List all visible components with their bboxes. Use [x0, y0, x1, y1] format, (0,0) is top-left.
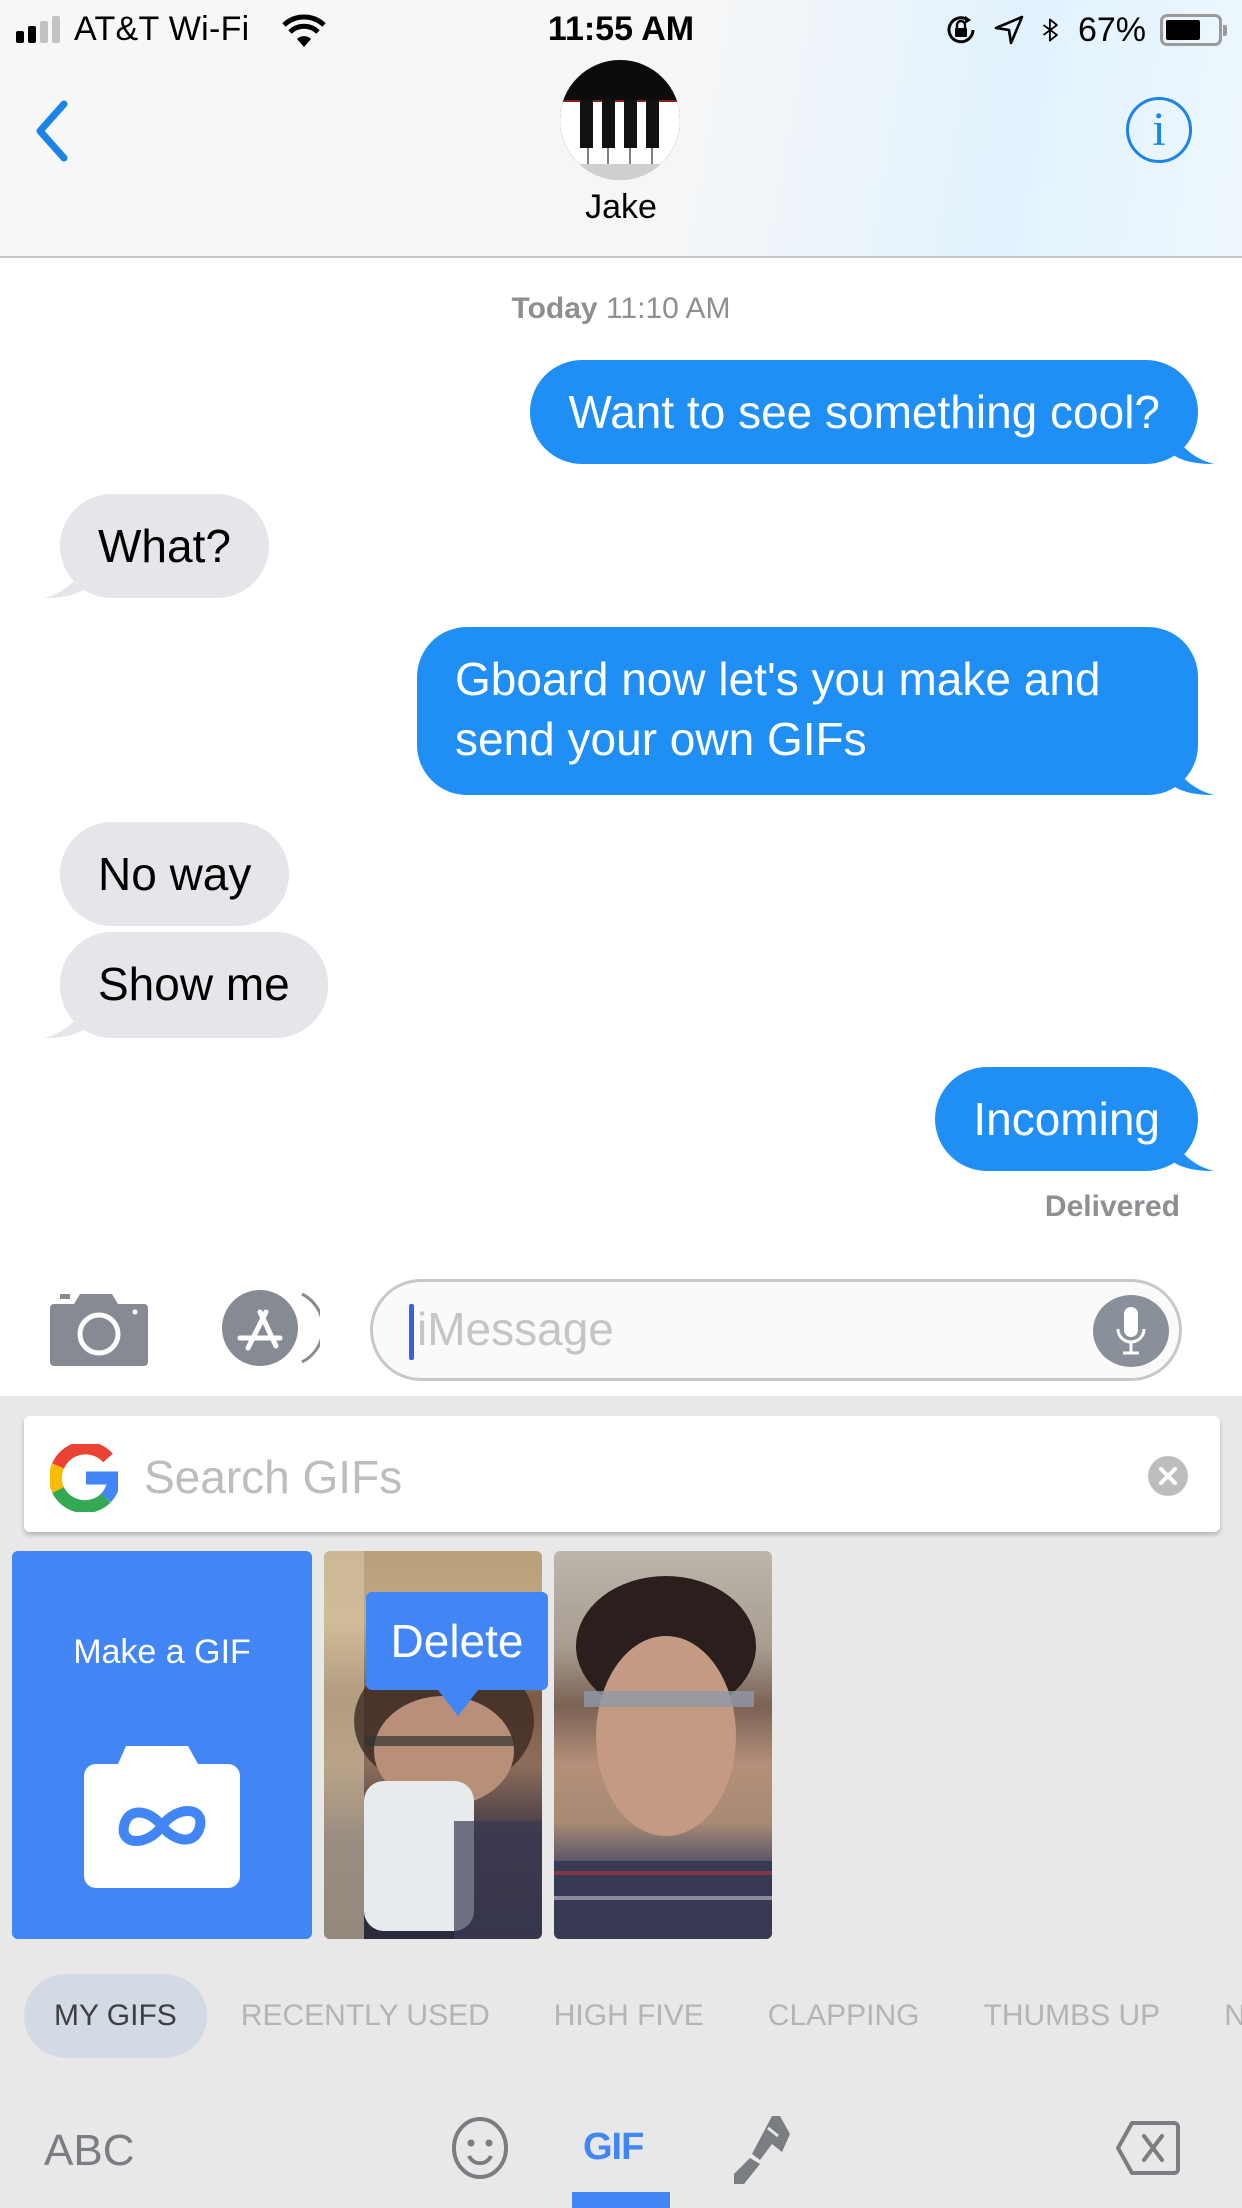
bubble-tail: [1172, 1137, 1214, 1171]
delivery-status: Delivered: [1044, 1190, 1180, 1223]
gboard-keyboard: Search GIFs Make a GIF MY GIFS RECENTLY …: [0, 1396, 1242, 2208]
outgoing-message[interactable]: Want to see something cool?: [530, 360, 1214, 464]
outgoing-message[interactable]: Incoming: [935, 1067, 1214, 1171]
microphone-icon: [1116, 1307, 1146, 1355]
clear-search-button[interactable]: [1148, 1456, 1188, 1496]
category-my-gifs[interactable]: MY GIFS: [24, 1974, 207, 2058]
incoming-message[interactable]: No way: [60, 822, 290, 926]
bubble-tail: [44, 1004, 86, 1038]
gif-category-tabs: MY GIFS RECENTLY USED HIGH FIVE CLAPPING…: [24, 1974, 1242, 2058]
status-bar: AT&T Wi-Fi 11:55 AM 67%: [0, 0, 1242, 60]
bubble-tail: [1172, 761, 1214, 795]
incoming-message[interactable]: Show me: [44, 932, 328, 1038]
message-text: What?: [98, 520, 231, 572]
bubble-tail: [44, 564, 86, 598]
imessage-placeholder: iMessage: [417, 1303, 614, 1355]
battery-icon: [1160, 14, 1227, 46]
location-icon: [994, 15, 1024, 45]
message-text: Show me: [98, 958, 290, 1010]
message-text: Gboard now let's you make and send your …: [455, 653, 1101, 765]
outgoing-message[interactable]: Gboard now let's you make and send your …: [417, 627, 1214, 795]
search-placeholder: Search GIFs: [144, 1451, 403, 1503]
incoming-message[interactable]: What?: [44, 494, 269, 598]
camera-button[interactable]: [50, 1290, 148, 1366]
category-recently-used[interactable]: RECENTLY USED: [209, 1974, 522, 2058]
app-store-button[interactable]: [210, 1290, 320, 1366]
category-next-partial[interactable]: N: [1192, 1974, 1242, 2058]
make-gif-label: Make a GIF: [73, 1633, 251, 1671]
abc-button[interactable]: ABC: [44, 2126, 134, 2176]
battery-fill: [1166, 20, 1200, 40]
imessage-input[interactable]: iMessage: [370, 1279, 1182, 1381]
conversation-header: AT&T Wi-Fi 11:55 AM 67% Jake i: [0, 0, 1242, 258]
conversation-timestamp: Today 11:10 AM: [0, 292, 1242, 326]
battery-percent: 67%: [1077, 10, 1146, 49]
message-text: Want to see something cool?: [568, 386, 1160, 438]
make-gif-button[interactable]: Make a GIF: [12, 1551, 312, 1939]
smiley-icon[interactable]: [448, 2116, 512, 2180]
contact-avatar[interactable]: [560, 60, 680, 180]
google-g-icon: [50, 1444, 118, 1512]
message-text: Incoming: [973, 1093, 1160, 1145]
message-text: No way: [98, 848, 252, 900]
bubble-tail: [1172, 430, 1214, 464]
gif-adjusting-glasses-image: [554, 1576, 772, 1939]
contact-name[interactable]: Jake: [0, 188, 1242, 227]
gif-thumbnail[interactable]: [554, 1551, 772, 1939]
text-caret: [409, 1304, 414, 1360]
delete-gif-tooltip[interactable]: Delete: [366, 1592, 548, 1716]
clear-icon: [1159, 1467, 1177, 1485]
sticker-pen-icon[interactable]: [734, 2114, 794, 2186]
status-icons: 67%: [944, 10, 1227, 50]
gif-search-input[interactable]: Search GIFs: [24, 1416, 1220, 1532]
camera-infinity-icon: [84, 1746, 240, 1888]
orientation-lock-icon: [947, 16, 975, 44]
backspace-icon[interactable]: [1116, 2120, 1180, 2176]
active-tab-indicator: [572, 2192, 670, 2208]
timestamp-time: 11:10 AM: [605, 292, 731, 325]
category-clapping[interactable]: CLAPPING: [736, 1974, 952, 2058]
timestamp-day: Today: [511, 292, 598, 325]
info-button[interactable]: i: [1126, 97, 1192, 163]
category-high-five[interactable]: HIGH FIVE: [522, 1974, 736, 2058]
bluetooth-icon: [1042, 18, 1058, 42]
category-thumbs-up[interactable]: THUMBS UP: [952, 1974, 1193, 2058]
back-button[interactable]: [30, 96, 80, 166]
microphone-button[interactable]: [1093, 1295, 1169, 1367]
keyboard-bottom-bar: ABC GIF: [0, 2096, 1242, 2208]
piano-keys-avatar-icon: [560, 60, 680, 180]
gif-tab-button[interactable]: GIF: [583, 2126, 644, 2169]
